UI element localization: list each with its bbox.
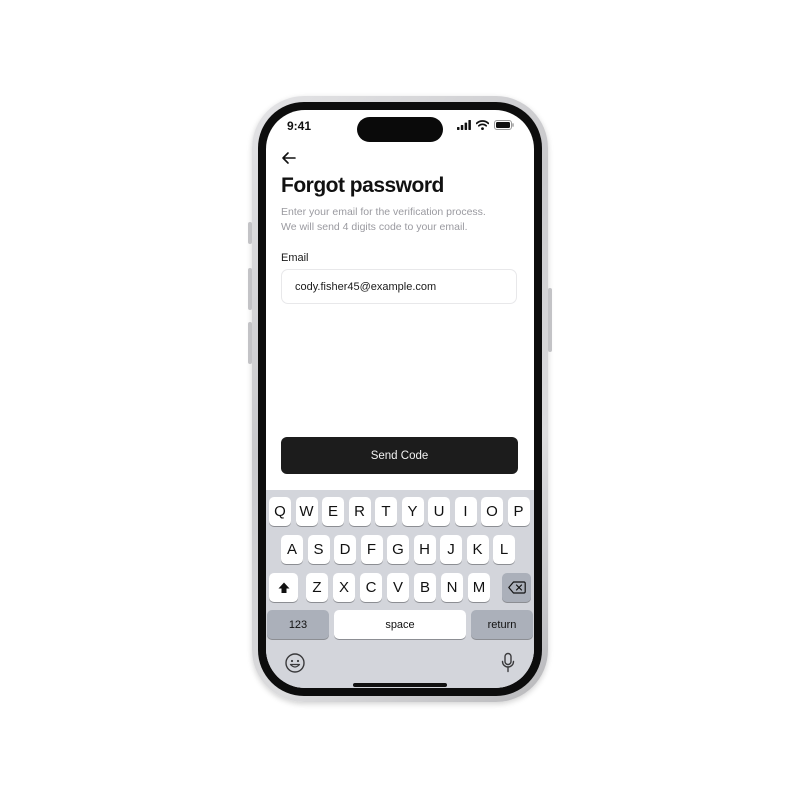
key-v[interactable]: V bbox=[387, 573, 409, 602]
key-e[interactable]: E bbox=[322, 497, 344, 526]
key-p[interactable]: P bbox=[507, 497, 530, 526]
key-x[interactable]: X bbox=[333, 573, 355, 602]
volume-up-button bbox=[248, 268, 252, 310]
status-time: 9:41 bbox=[287, 119, 312, 133]
keyboard: Q W E R T Y U I O P A S D F G H J K L Z … bbox=[266, 490, 534, 688]
emoji-icon[interactable] bbox=[284, 652, 306, 674]
key-h[interactable]: H bbox=[413, 535, 436, 564]
key-c[interactable]: C bbox=[360, 573, 382, 602]
key-n[interactable]: N bbox=[441, 573, 463, 602]
key-s[interactable]: S bbox=[307, 535, 330, 564]
page-title: Forgot password bbox=[281, 174, 444, 197]
page-subtitle: Enter your email for the verification pr… bbox=[281, 205, 521, 235]
key-o[interactable]: O bbox=[481, 497, 503, 526]
numbers-key[interactable]: 123 bbox=[267, 610, 329, 639]
email-label: Email bbox=[281, 252, 309, 264]
subtitle-line-1: Enter your email for the verification pr… bbox=[281, 206, 486, 218]
key-t[interactable]: T bbox=[375, 497, 397, 526]
return-key[interactable]: return bbox=[471, 610, 533, 639]
shift-key[interactable] bbox=[269, 573, 298, 602]
phone-screen: 9:41 Forgot password Enter your email fo… bbox=[266, 110, 534, 688]
key-u[interactable]: U bbox=[428, 497, 450, 526]
key-d[interactable]: D bbox=[334, 535, 356, 564]
space-key[interactable]: space bbox=[334, 610, 466, 639]
key-w[interactable]: W bbox=[295, 497, 318, 526]
backspace-icon bbox=[507, 581, 526, 594]
dynamic-island bbox=[357, 117, 443, 142]
key-l[interactable]: L bbox=[493, 535, 515, 564]
volume-down-button bbox=[248, 322, 252, 364]
back-arrow-icon[interactable] bbox=[280, 150, 298, 166]
key-f[interactable]: F bbox=[360, 535, 383, 564]
shift-icon bbox=[278, 582, 289, 593]
home-indicator[interactable] bbox=[353, 683, 447, 687]
key-j[interactable]: J bbox=[440, 535, 462, 564]
key-m[interactable]: M bbox=[468, 573, 490, 602]
battery-icon bbox=[494, 120, 514, 130]
key-b[interactable]: B bbox=[414, 573, 436, 602]
key-i[interactable]: I bbox=[454, 497, 477, 526]
key-q[interactable]: Q bbox=[269, 497, 291, 526]
email-input[interactable] bbox=[281, 269, 517, 304]
key-z[interactable]: Z bbox=[306, 573, 328, 602]
microphone-icon[interactable] bbox=[500, 652, 516, 674]
mute-switch bbox=[248, 222, 252, 244]
key-k[interactable]: K bbox=[466, 535, 489, 564]
wifi-icon bbox=[476, 120, 489, 130]
status-icons bbox=[457, 120, 514, 130]
key-r[interactable]: R bbox=[348, 497, 371, 526]
send-code-button[interactable]: Send Code bbox=[281, 437, 518, 474]
power-button bbox=[548, 288, 552, 352]
delete-key[interactable] bbox=[502, 573, 531, 602]
key-a[interactable]: A bbox=[281, 535, 303, 564]
key-g[interactable]: G bbox=[387, 535, 409, 564]
cellular-signal-icon bbox=[457, 120, 471, 130]
subtitle-line-2: We will send 4 digits code to your email… bbox=[281, 221, 468, 233]
key-y[interactable]: Y bbox=[401, 497, 424, 526]
